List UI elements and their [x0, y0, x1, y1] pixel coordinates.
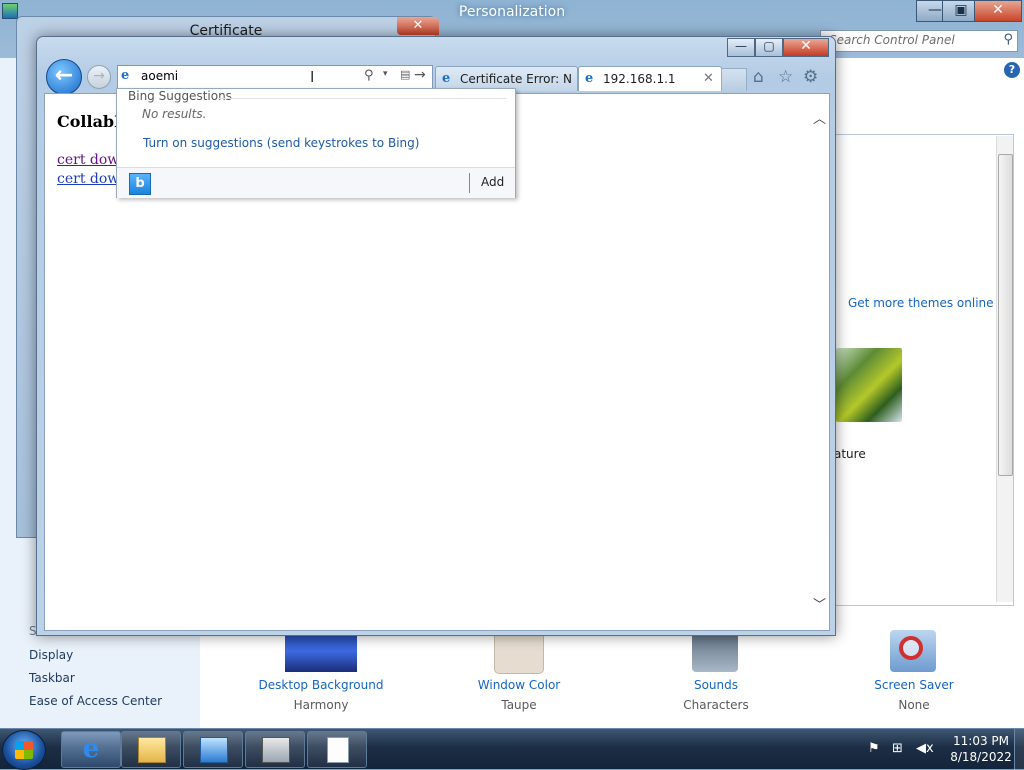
tab-192-168-1-1[interactable]: e 192.168.1.1 ✕ — [578, 66, 722, 91]
search-icon[interactable]: ⚲ — [364, 68, 374, 83]
close-icon[interactable]: ✕ — [703, 71, 714, 86]
suggestions-header: Bing Suggestions — [128, 89, 232, 103]
minimize-button[interactable]: — — [727, 38, 755, 57]
taskbar-document[interactable] — [307, 731, 367, 768]
taskbar-windows-explorer[interactable] — [121, 731, 181, 768]
action-center-flag-icon[interactable]: ⚑ — [868, 741, 880, 756]
nature-theme-thumbnail[interactable] — [836, 348, 902, 422]
chevron-up-icon[interactable]: ︿ — [813, 108, 826, 127]
go-arrow-icon[interactable]: → — [414, 67, 426, 83]
taskbar-internet-explorer[interactable]: e — [61, 731, 121, 768]
bing-icon[interactable]: b — [129, 173, 151, 195]
favorites-star-icon[interactable]: ☆ — [778, 67, 793, 87]
document-icon — [327, 737, 349, 763]
sounds-icon[interactable] — [692, 630, 738, 672]
divider — [469, 173, 470, 193]
sounds-link[interactable]: Sounds — [636, 678, 796, 692]
theme-label: ature — [834, 447, 866, 461]
no-symbol-icon — [899, 636, 923, 660]
add-button[interactable]: Add — [481, 175, 504, 189]
taskbar-control-panel[interactable] — [183, 731, 243, 768]
system-tray: ⚑ ⊞ ◀x 11:03 PM 8/18/2022 — [860, 729, 1024, 769]
start-button[interactable] — [2, 730, 46, 770]
gear-icon[interactable]: ⚙ — [803, 67, 818, 87]
screen-saver-value: None — [898, 698, 930, 712]
get-more-themes-link[interactable]: Get more themes online — [848, 296, 994, 310]
ie-page-icon: e — [585, 71, 594, 86]
clock-date[interactable]: 8/18/2022 — [946, 750, 1016, 764]
back-button[interactable]: ← — [46, 59, 82, 95]
forward-button[interactable]: → — [87, 65, 111, 89]
turn-on-suggestions-link[interactable]: Turn on suggestions (send keystrokes to … — [143, 136, 419, 150]
network-icon[interactable]: ⊞ — [892, 741, 903, 756]
desktop-background-link[interactable]: Desktop Background — [241, 678, 401, 692]
close-button[interactable]: ✕ — [783, 38, 829, 57]
window-color-link[interactable]: Window Color — [439, 678, 599, 692]
taskbar: e ⚑ ⊞ ◀x 11:03 PM 8/18/2022 — [0, 728, 1024, 770]
window-color-icon[interactable] — [494, 630, 544, 674]
ie-page-icon: e — [442, 71, 451, 86]
network-computer-icon — [262, 737, 290, 763]
desktop-background-icon[interactable] — [285, 630, 357, 672]
compatibility-view-icon[interactable]: ▤ — [400, 68, 410, 81]
address-suggestions-dropdown: Bing Suggestions No results. Turn on sug… — [116, 88, 516, 198]
desktop-background-value: Harmony — [293, 698, 349, 712]
new-tab-button[interactable] — [721, 68, 747, 91]
clock-time[interactable]: 11:03 PM — [946, 734, 1016, 748]
search-icon[interactable]: ⚲ — [1003, 32, 1013, 47]
windows-logo-icon — [15, 741, 33, 759]
maximize-button[interactable]: ▢ — [755, 38, 783, 57]
no-results-text: No results. — [142, 107, 207, 121]
taskbar-network[interactable] — [245, 731, 305, 768]
home-icon[interactable]: ⌂ — [753, 67, 764, 87]
address-bar[interactable]: e aoemi I ⚲ ▾ ▤ → — [117, 65, 433, 89]
ease-of-access-link[interactable]: Ease of Access Center — [29, 694, 162, 708]
chevron-down-icon[interactable]: ▾ — [383, 69, 388, 79]
suggestions-footer: b Add — [117, 167, 515, 198]
close-button[interactable]: ✕ — [974, 0, 1022, 22]
show-desktop-button[interactable] — [1014, 729, 1024, 769]
display-link[interactable]: Display — [29, 648, 73, 662]
themes-scrollbar[interactable] — [996, 136, 1013, 602]
scrollbar-thumb[interactable] — [998, 154, 1013, 476]
window-color-value: Taupe — [501, 698, 537, 712]
sounds-value: Characters — [683, 698, 749, 712]
help-icon[interactable]: ? — [1004, 62, 1020, 78]
control-panel-icon — [200, 737, 228, 763]
close-button[interactable]: ✕ — [397, 17, 439, 35]
text-cursor-icon: I — [310, 68, 315, 86]
internet-explorer-icon: e — [82, 734, 100, 764]
search-placeholder: Search Control Panel — [829, 33, 955, 47]
ie-page-icon: e — [121, 68, 130, 83]
search-control-panel-input[interactable]: Search Control Panel ⚲ — [820, 30, 1018, 52]
screen-saver-link[interactable]: Screen Saver — [834, 678, 994, 692]
control-panel-app-icon — [2, 3, 18, 19]
volume-muted-icon[interactable]: ◀x — [916, 741, 934, 756]
tab-title: 192.168.1.1 — [603, 72, 676, 86]
tab-title: Certificate Error: Na... — [460, 72, 572, 86]
chevron-down-icon[interactable]: ﹀ — [813, 594, 826, 613]
divider — [217, 98, 507, 99]
folder-icon — [138, 737, 166, 763]
vertical-scrollbar[interactable]: ︿ ﹀ — [810, 94, 828, 628]
taskbar-link[interactable]: Taskbar — [29, 671, 75, 685]
address-input[interactable]: aoemi — [141, 69, 178, 83]
